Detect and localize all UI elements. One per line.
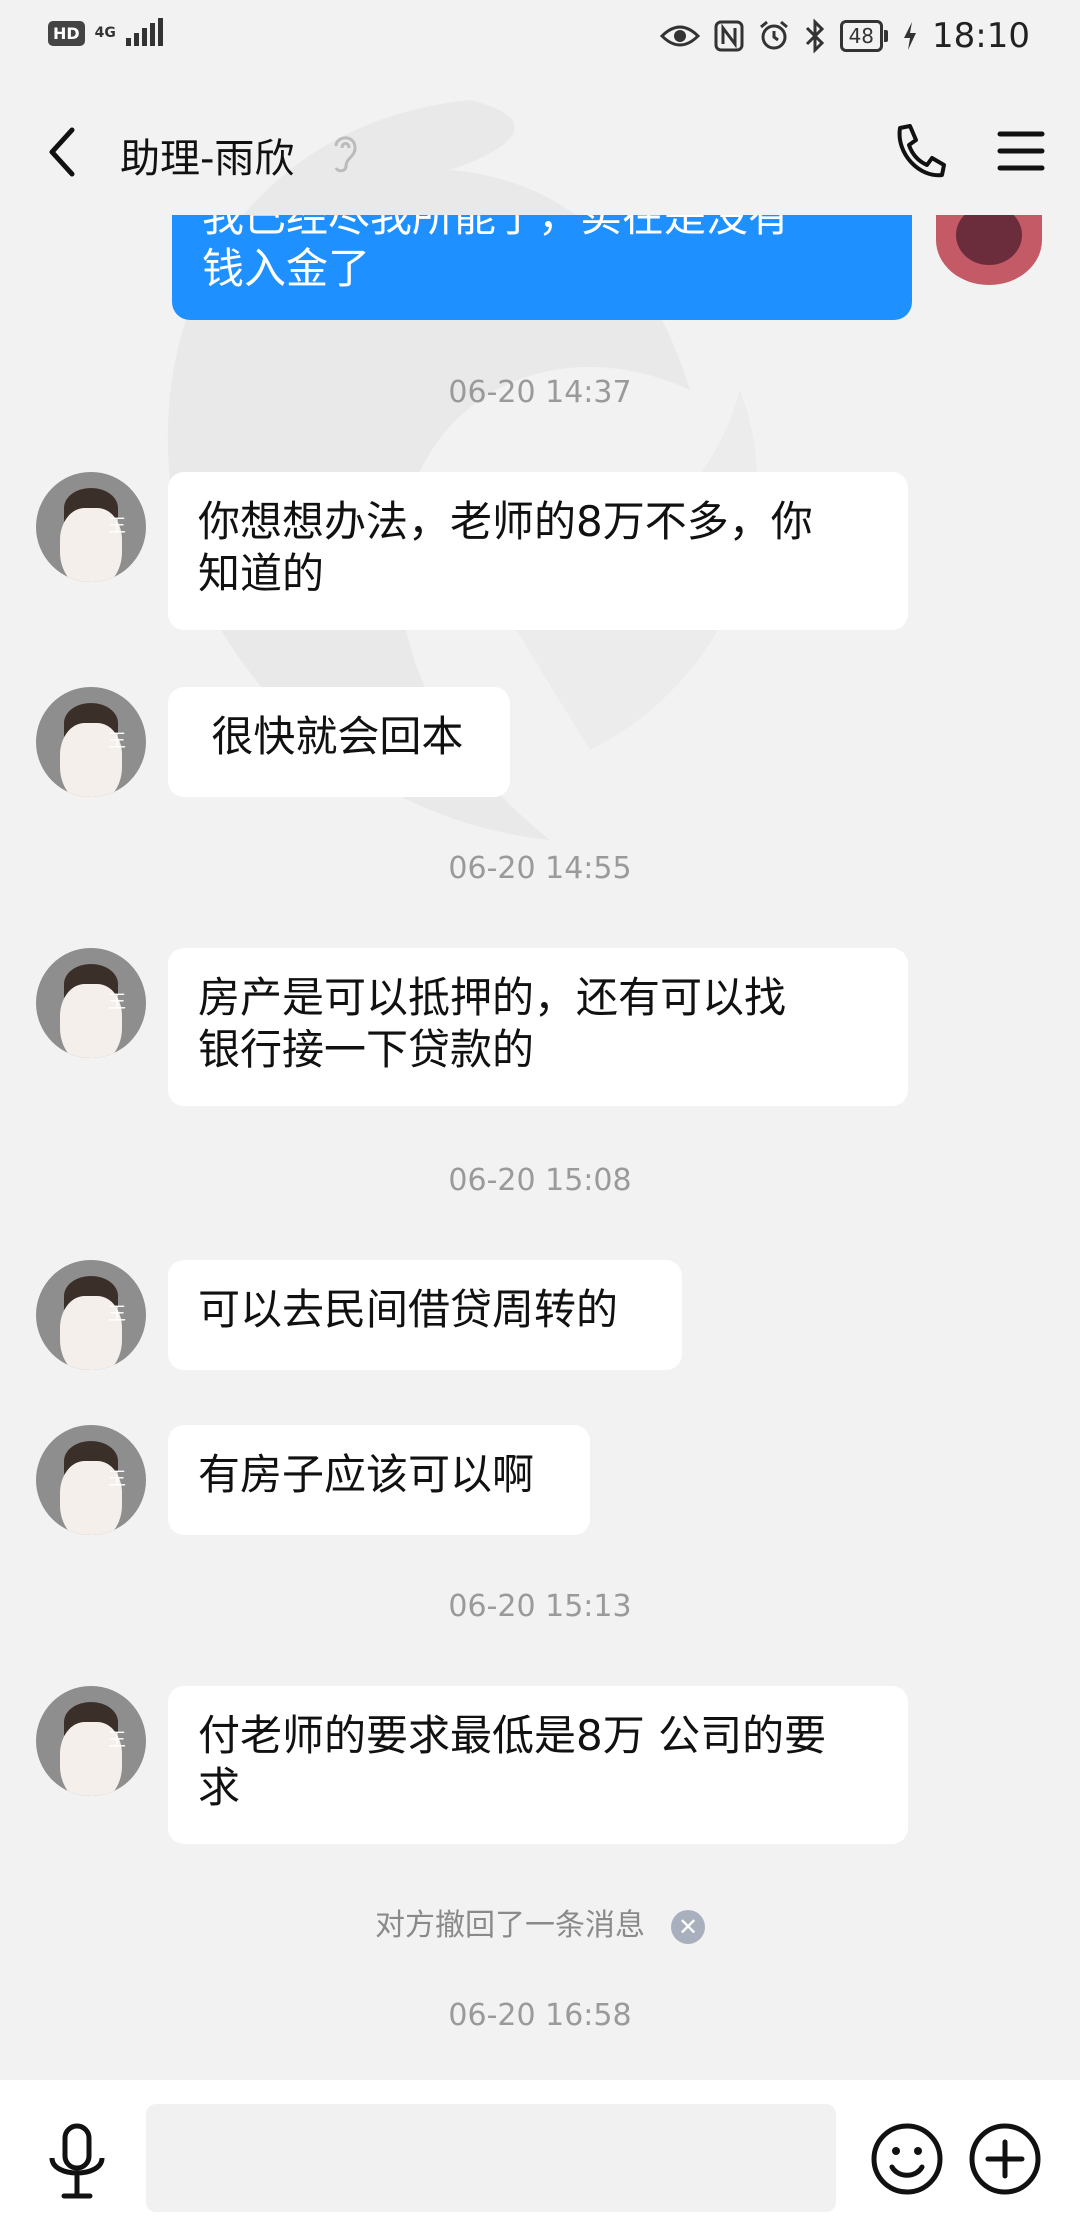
timestamp: 06-20 14:55	[448, 851, 632, 886]
charging-icon	[904, 22, 917, 50]
back-arrow-icon[interactable]	[40, 122, 84, 182]
avatar-watermark-text: 王	[108, 731, 126, 752]
contact-avatar[interactable]: 王	[36, 948, 146, 1058]
timestamp: 06-20 15:08	[448, 1163, 632, 1198]
status-right: 48 18:10	[659, 16, 1030, 56]
recall-text: 对方撤回了一条消息	[375, 1908, 645, 1943]
incoming-message[interactable]: 你想想办法，老师的8万不多，你 知道的	[168, 472, 908, 630]
incoming-message[interactable]: 很快就会回本	[168, 687, 510, 797]
chat-title: 助理-雨欣	[120, 136, 295, 182]
incoming-message[interactable]: 付老师的要求最低是8万 公司的要 求	[168, 1686, 908, 1844]
message-input[interactable]	[146, 2104, 836, 2212]
avatar-watermark-text: 王	[108, 1304, 126, 1325]
earpiece-mode-icon[interactable]	[330, 130, 360, 174]
input-bar	[0, 2080, 1080, 2240]
status-left: HD 4G	[48, 18, 163, 46]
timestamp: 06-20 16:58	[448, 1998, 632, 2033]
contact-avatar[interactable]: 王	[36, 1260, 146, 1370]
outgoing-message[interactable]: 我已经尽我所能了，实在是没有 钱入金了	[172, 215, 912, 320]
incoming-message[interactable]: 有房子应该可以啊	[168, 1425, 590, 1535]
battery-icon: 48	[839, 20, 889, 52]
message-list[interactable]: 我已经尽我所能了，实在是没有 钱入金了 06-20 14:37 王 你想想办法，…	[0, 215, 1080, 2075]
menu-icon[interactable]	[996, 126, 1046, 176]
timestamp: 06-20 15:13	[448, 1589, 632, 1624]
bluetooth-icon	[805, 19, 824, 53]
incoming-message[interactable]: 可以去民间借贷周转的	[168, 1260, 682, 1370]
close-icon[interactable]: ✕	[671, 1909, 705, 1944]
avatar-watermark-text: 王	[108, 1469, 126, 1490]
microphone-icon[interactable]	[42, 2122, 112, 2202]
nfc-icon	[714, 20, 744, 52]
emoji-icon[interactable]	[870, 2122, 944, 2196]
status-bar: HD 4G 48 18:10	[0, 0, 1080, 80]
network-type: 4G	[94, 25, 116, 41]
add-attachment-icon[interactable]	[968, 2122, 1042, 2196]
my-avatar[interactable]	[936, 215, 1042, 285]
incoming-message[interactable]: 房产是可以抵押的，还有可以找 银行接一下贷款的	[168, 948, 908, 1106]
avatar-watermark-text: 王	[108, 1730, 126, 1751]
contact-avatar[interactable]: 王	[36, 1425, 146, 1535]
chat-header: 助理-雨欣	[0, 100, 1080, 200]
avatar-watermark-text: 王	[108, 516, 126, 537]
contact-avatar[interactable]: 王	[36, 1686, 146, 1796]
timestamp: 06-20 14:37	[448, 375, 632, 410]
contact-avatar[interactable]: 王	[36, 687, 146, 797]
recall-notice: 对方撤回了一条消息 ✕	[0, 1900, 1080, 1944]
signal-icon	[125, 18, 163, 46]
eye-icon	[659, 25, 700, 47]
clock: 18:10	[932, 16, 1030, 56]
alarm-icon	[759, 20, 788, 50]
contact-avatar[interactable]: 王	[36, 472, 146, 582]
voice-call-icon[interactable]	[890, 122, 946, 182]
avatar-watermark-text: 王	[108, 992, 126, 1013]
battery-level: 48	[839, 20, 884, 52]
hd-badge: HD	[48, 20, 85, 46]
